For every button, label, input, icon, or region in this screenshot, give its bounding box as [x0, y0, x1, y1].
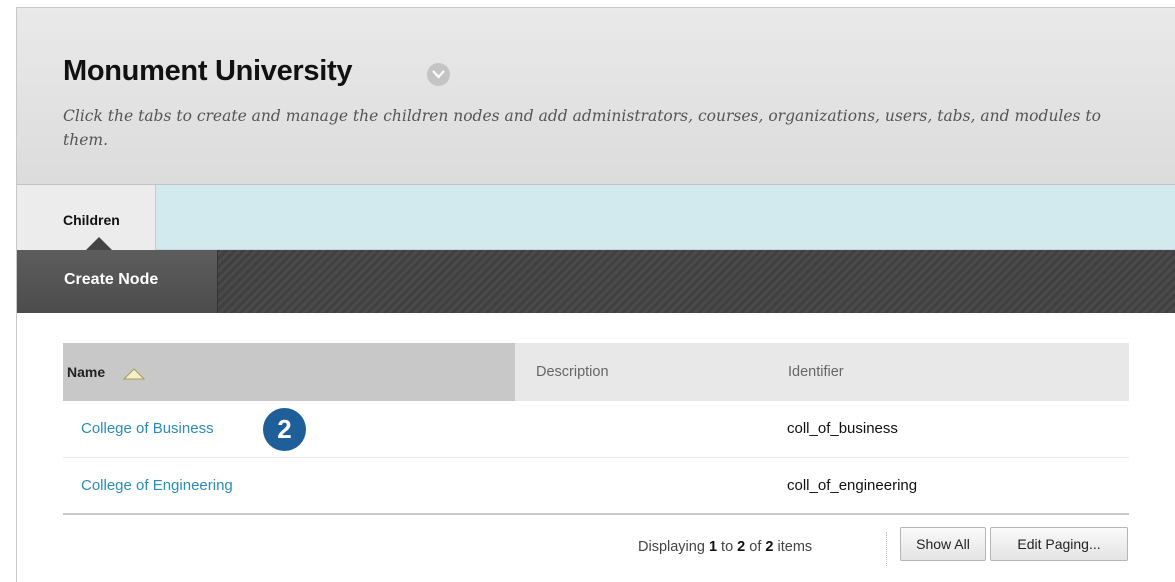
action-bar: Create Node: [17, 250, 1175, 313]
page-header: Monument University Click the tabs to cr…: [17, 8, 1175, 185]
table-row: College of Business 2 coll_of_business: [63, 401, 1129, 458]
paging-of-word: of: [749, 539, 762, 555]
table-row: College of Engineering coll_of_engineeri…: [63, 458, 1129, 515]
show-all-button[interactable]: Show All: [900, 527, 986, 561]
active-tab-pointer: [86, 237, 112, 250]
paging-status: Displaying 1 to 2 of 2 items: [638, 539, 812, 555]
create-node-button[interactable]: Create Node: [17, 250, 218, 313]
tab-strip: Children: [17, 185, 1175, 250]
page-description: Click the tabs to create and manage the …: [63, 107, 1101, 149]
column-header-name-label: Name: [67, 364, 106, 380]
create-node-label: Create Node: [64, 271, 159, 288]
table-header: Name Description Identifier: [63, 343, 1129, 401]
paging-suffix: items: [777, 539, 813, 555]
page-title: Monument University: [63, 55, 353, 87]
node-link-college-of-engineering[interactable]: College of Engineering: [81, 477, 233, 494]
step-callout-badge: 2: [263, 408, 306, 451]
node-link-college-of-business[interactable]: College of Business: [81, 420, 214, 437]
paging-from: 1: [708, 539, 718, 555]
chevron-down-icon[interactable]: [427, 63, 450, 86]
paging-prefix: Displaying: [638, 539, 705, 555]
column-header-identifier[interactable]: Identifier: [788, 364, 844, 380]
content-frame: Monument University Click the tabs to cr…: [16, 7, 1175, 582]
node-identifier: coll_of_engineering: [787, 477, 918, 494]
sort-ascending-icon: [123, 368, 145, 380]
tab-children-label: Children: [63, 212, 120, 228]
column-header-name[interactable]: Name: [63, 343, 515, 401]
edit-paging-button[interactable]: Edit Paging...: [990, 527, 1128, 561]
column-header-description[interactable]: Description: [536, 364, 609, 380]
paging-to: 2: [737, 539, 746, 555]
tab-children[interactable]: Children: [17, 185, 156, 250]
children-table: Name Description Identifier College of B…: [63, 343, 1129, 515]
paging-to-word: to: [721, 539, 734, 555]
paging-total: 2: [765, 539, 774, 555]
node-identifier: coll_of_business: [787, 420, 898, 437]
paging-divider: [886, 532, 887, 566]
